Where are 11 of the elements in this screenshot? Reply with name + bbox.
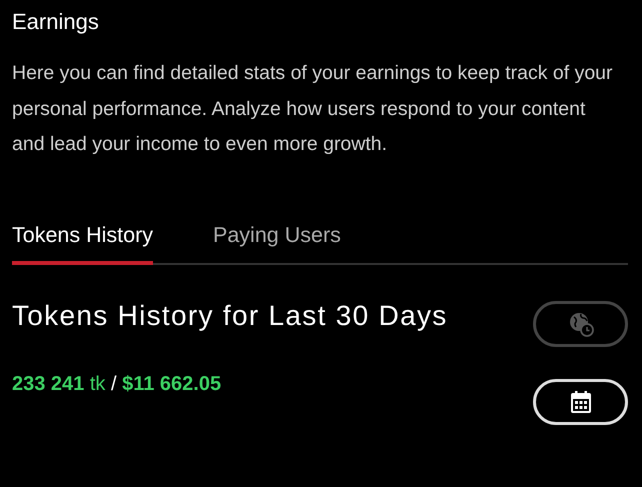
amount-text: $11 662.05 — [122, 372, 222, 395]
token-count: 233 241 — [12, 372, 84, 395]
tab[interactable]: Tokens History — [12, 212, 153, 265]
tab[interactable]: Paying Users — [213, 212, 341, 265]
section-title: Tokens History for Last 30 Days — [12, 298, 448, 333]
calendar-button[interactable] — [533, 378, 628, 425]
globe-clock-icon — [568, 310, 594, 337]
page-title: Earnings — [12, 8, 100, 36]
token-unit: tk — [90, 372, 106, 395]
description-text: Here you can find detailed stats of your earnings to keep track of your personal performance. Analyze how users respond to your content and lead your income to even more growth. — [12, 61, 614, 157]
separator-text: / — [110, 372, 117, 395]
